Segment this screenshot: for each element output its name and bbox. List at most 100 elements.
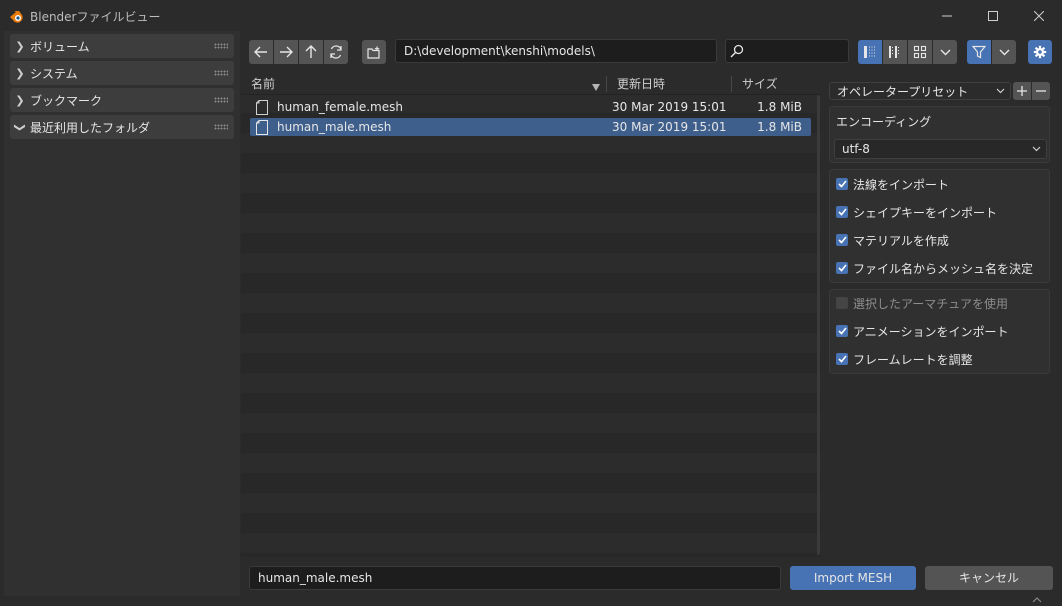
column-header-date[interactable]: 更新日時 <box>617 73 665 95</box>
option-label: 選択したアーマチュアを使用 <box>853 296 1009 311</box>
display-mode-group <box>858 40 957 64</box>
column-divider[interactable] <box>606 76 607 92</box>
checkbox-unchecked <box>836 297 848 309</box>
drag-grip-icon[interactable] <box>214 124 228 130</box>
forward-button[interactable] <box>274 40 298 64</box>
resize-grip-icon[interactable] <box>1032 592 1042 606</box>
check-icon <box>837 327 847 335</box>
parent-directory-button[interactable] <box>299 40 323 64</box>
encoding-panel: エンコーディング utf-8 <box>829 106 1050 163</box>
checkbox-checked[interactable] <box>836 325 848 337</box>
option-mesh-name-from-file[interactable]: ファイル名からメッシュ名を決定 <box>836 258 1033 278</box>
refresh-button[interactable] <box>324 40 348 64</box>
file-date: 30 Mar 2019 15:01 <box>612 100 727 114</box>
drag-grip-icon[interactable] <box>214 70 228 76</box>
settings-button[interactable] <box>1028 40 1052 64</box>
sidebar-panel-volumes[interactable]: ❯ ボリューム <box>10 34 234 58</box>
armature-options-panel: 選択したアーマチュアを使用 アニメーションをインポート フレームレートを調整 <box>829 289 1050 374</box>
file-list: 名前 更新日時 サイズ human_female.mesh 30 Mar 201… <box>241 73 821 557</box>
file-size: 1.8 MiB <box>757 100 802 114</box>
file-name: human_female.mesh <box>277 100 403 114</box>
refresh-icon <box>330 45 342 59</box>
sidebar-panel-label: システム <box>30 66 78 81</box>
navigation-group <box>249 40 348 64</box>
option-create-materials[interactable]: マテリアルを作成 <box>836 230 949 250</box>
option-label: アニメーションをインポート <box>853 324 1009 339</box>
chevron-down-icon <box>999 49 1009 55</box>
filename-input[interactable]: human_male.mesh <box>249 566 781 590</box>
file-list-scrollbar[interactable] <box>817 95 820 555</box>
check-icon <box>837 208 847 216</box>
import-mesh-button[interactable]: Import MESH <box>790 566 916 590</box>
back-button[interactable] <box>249 40 273 64</box>
file-list-header: 名前 更新日時 サイズ <box>241 73 821 95</box>
remove-preset-button[interactable] <box>1032 82 1050 100</box>
sidebar-panel-label: ボリューム <box>30 39 90 54</box>
file-icon <box>256 99 268 115</box>
sidebar-panel-bookmarks[interactable]: ❯ ブックマーク <box>10 88 234 112</box>
import-options-panel: 法線をインポート シェイプキーをインポート マテリアルを作成 ファイル名からメッ… <box>829 169 1050 283</box>
add-preset-button[interactable] <box>1013 82 1031 100</box>
option-label: ファイル名からメッシュ名を決定 <box>853 261 1034 276</box>
sidebar-panel-label: ブックマーク <box>30 93 103 108</box>
option-import-shape-keys[interactable]: シェイプキーをインポート <box>836 202 997 222</box>
option-label: 法線をインポート <box>853 177 950 192</box>
checkbox-checked[interactable] <box>836 353 848 365</box>
display-settings-dropdown[interactable] <box>933 40 957 64</box>
close-button[interactable] <box>1016 0 1062 31</box>
sidebar-panel-recent[interactable]: ❯ 最近利用したフォルダ <box>10 115 234 139</box>
chevron-right-icon: ❯ <box>15 39 25 53</box>
encoding-label: エンコーディング <box>836 115 932 129</box>
directory-path-text: D:\development\kenshi\models\ <box>404 44 595 58</box>
title-bar: Blenderファイルビュー <box>0 0 1062 31</box>
cancel-button[interactable]: キャンセル <box>925 566 1053 590</box>
operator-preset-dropdown[interactable]: オペレータープリセット <box>829 82 1011 100</box>
window-title: Blenderファイルビュー <box>30 10 161 24</box>
filter-dropdown[interactable] <box>992 40 1016 64</box>
search-icon <box>730 44 744 58</box>
parent-folder-icon <box>305 45 317 58</box>
horizontal-list-button[interactable] <box>883 40 907 64</box>
column-header-name[interactable]: 名前 <box>251 73 275 95</box>
encoding-value: utf-8 <box>842 142 870 156</box>
drag-grip-icon[interactable] <box>214 43 228 49</box>
sort-descending-icon[interactable] <box>592 80 600 94</box>
filter-group <box>967 40 1016 64</box>
option-import-animations[interactable]: アニメーションをインポート <box>836 321 1009 341</box>
checkbox-checked[interactable] <box>836 206 848 218</box>
minimize-button[interactable] <box>924 0 970 31</box>
directory-path-input[interactable]: D:\development\kenshi\models\ <box>395 39 717 63</box>
encoding-select[interactable]: utf-8 <box>834 139 1047 159</box>
option-import-normals[interactable]: 法線をインポート <box>836 174 949 194</box>
checkbox-checked[interactable] <box>836 234 848 246</box>
checkbox-checked[interactable] <box>836 178 848 190</box>
file-size: 1.8 MiB <box>757 120 802 134</box>
option-adjust-framerate[interactable]: フレームレートを調整 <box>836 349 973 369</box>
thumbnails-button[interactable] <box>908 40 932 64</box>
file-row-selected[interactable]: human_male.mesh 30 Mar 2019 15:01 1.8 Mi… <box>250 118 811 136</box>
maximize-button[interactable] <box>970 0 1016 31</box>
check-icon <box>837 355 847 363</box>
view-horizontal-list-icon <box>889 46 899 58</box>
check-icon <box>837 180 847 188</box>
column-divider[interactable] <box>731 76 732 92</box>
sidebar-panel-system[interactable]: ❯ システム <box>10 61 234 85</box>
file-row[interactable]: human_female.mesh 30 Mar 2019 15:01 1.8 … <box>250 98 811 116</box>
drag-grip-icon[interactable] <box>214 97 228 103</box>
arrow-left-icon <box>254 46 267 58</box>
check-icon <box>837 236 847 244</box>
new-folder-button[interactable] <box>362 40 386 64</box>
filter-toggle-button[interactable] <box>967 40 991 64</box>
minus-icon <box>1036 90 1046 92</box>
chevron-down-icon <box>1032 146 1041 152</box>
option-use-selected-armature: 選択したアーマチュアを使用 <box>836 293 1008 313</box>
vertical-list-button[interactable] <box>858 40 882 64</box>
checkbox-checked[interactable] <box>836 262 848 274</box>
new-folder-icon <box>367 46 380 59</box>
file-icon <box>256 119 268 135</box>
column-header-size[interactable]: サイズ <box>742 73 778 95</box>
option-label: フレームレートを調整 <box>853 352 973 367</box>
search-input[interactable] <box>725 39 849 63</box>
chevron-right-icon: ❯ <box>15 66 25 80</box>
option-label: マテリアルを作成 <box>853 233 949 248</box>
